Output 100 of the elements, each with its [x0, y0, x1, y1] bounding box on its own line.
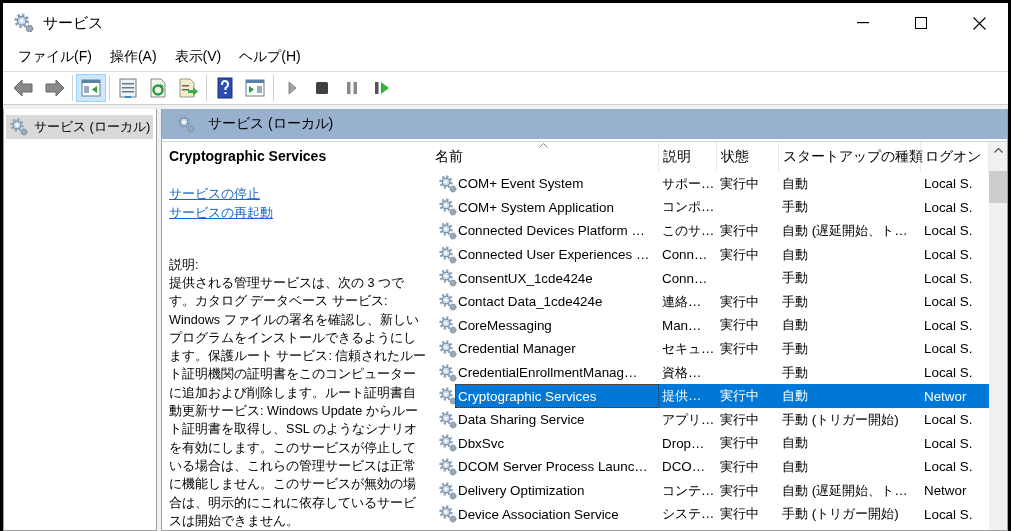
- table-cell-text: 実行中: [719, 174, 760, 193]
- table-cell-text: 手動: [781, 292, 809, 311]
- table-cell-text: このサ…: [661, 222, 716, 240]
- close-icon[interactable]: [972, 16, 986, 30]
- table-cell-text: Connected User Experiences …: [457, 247, 651, 263]
- service-gear-icon: [438, 315, 458, 336]
- table-cell-text: 自動 (遅延開始、ト…: [781, 481, 909, 500]
- service-gear-icon: [438, 362, 458, 383]
- service-gear-icon: [438, 244, 458, 265]
- table-cell-text: 自動: [781, 316, 809, 335]
- table-cell-text: Local S.: [923, 506, 974, 522]
- service-gear-icon: [438, 480, 458, 501]
- table-cell-text: 自動: [781, 434, 809, 453]
- table-row[interactable]: Device Association Service システ… 実行中 手動 (トリガー開始) Local S.: [435, 502, 989, 526]
- table-cell-text: Networ: [923, 483, 968, 498]
- column-header[interactable]: 名前: [435, 142, 659, 172]
- table-cell-text: Local S.: [923, 270, 974, 286]
- table-cell-text: 実行中: [719, 222, 760, 240]
- tree-item[interactable]: サービス (ローカル): [6, 115, 154, 139]
- table-cell-text: Local S.: [923, 317, 974, 333]
- table-row[interactable]: CredentialEnrollmentManag… 資格… 手動 Local S.: [435, 360, 989, 385]
- service-gear-icon: [438, 268, 458, 289]
- service-gear-icon: [438, 197, 458, 218]
- column-header[interactable]: 状態: [717, 142, 779, 172]
- gear-icon: [176, 114, 196, 134]
- table-cell-text: Local S.: [923, 223, 974, 239]
- column-header[interactable]: スタートアップの種類: [779, 142, 921, 172]
- service-gear-icon: [438, 386, 458, 407]
- service-gear-icon: [438, 456, 458, 477]
- table-cell-text: 自動 (遅延開始、ト…: [781, 222, 909, 240]
- table-cell-text: システ…: [661, 505, 716, 524]
- table-row[interactable]: ConsentUX_1cde424e Conn… 手動 Local S.: [435, 266, 989, 290]
- console-tree-icon: [79, 76, 103, 100]
- maximize-icon[interactable]: [915, 17, 927, 29]
- table-cell: 提供…: [659, 384, 717, 408]
- export-list-icon: [176, 76, 200, 100]
- table-row[interactable]: DbxSvc Drop… 実行中 自動 Local S.: [435, 431, 989, 456]
- service-gear-icon: [438, 504, 458, 525]
- table-row[interactable]: Delivery Optimization コンテ… 実行中 自動 (遅延開始、ト… Networ: [435, 478, 989, 503]
- table-row[interactable]: COM+ System Application コンポ… 手動 Local S.: [435, 195, 989, 220]
- table-row[interactable]: Credential Manager セキュ… 実行中 手動 Local S.: [435, 337, 989, 361]
- description-label: 説明:: [169, 257, 200, 274]
- panel-title: サービス (ローカル): [208, 115, 334, 133]
- table-cell-text: CoreMessaging: [457, 317, 553, 333]
- table-cell-text: COM+ Event System: [457, 176, 585, 192]
- table-cell-text: 連絡…: [661, 292, 703, 311]
- table-cell-text: コンポ…: [661, 198, 716, 217]
- table-cell-text: Man…: [661, 317, 703, 333]
- service-gear-icon: [438, 173, 458, 194]
- table-cell: Cryptographic Services: [455, 384, 659, 408]
- table-cell-text: Local S.: [923, 294, 974, 310]
- table-row[interactable]: CoreMessaging Man… 実行中 自動 Local S.: [435, 313, 989, 338]
- table-cell-text: 実行中: [719, 245, 760, 264]
- table-cell-text: Credential Manager: [457, 341, 577, 357]
- table-row[interactable]: Connected User Experiences … Conn… 実行中 自動 Local S.: [435, 242, 989, 267]
- table-row[interactable]: Connected Devices Platform … このサ… 実行中 自動 (遅延開始、ト… Local S.: [435, 219, 989, 243]
- table-cell-text: 自動: [781, 457, 809, 476]
- column-header[interactable]: 説明: [659, 142, 717, 172]
- gear-icon: [9, 117, 29, 137]
- minimize-icon[interactable]: [857, 22, 869, 24]
- table-cell-text: Local S.: [923, 435, 974, 451]
- table-cell-text: CredentialEnrollmentManag…: [457, 365, 639, 381]
- menu-item[interactable]: ヘルプ(H): [230, 48, 310, 66]
- menu-item[interactable]: 表示(V): [165, 48, 231, 66]
- table-row[interactable]: COM+ Event System サポー… 実行中 自動 Local S.: [435, 172, 989, 196]
- service-link[interactable]: サービスの再起動: [169, 203, 273, 222]
- table-cell-text: Connected Devices Platform …: [457, 223, 646, 239]
- table-cell-text: 手動: [781, 339, 809, 358]
- scroll-up-icon[interactable]: [993, 148, 1003, 153]
- service-gear-icon: [438, 221, 458, 241]
- table-cell-text: Device Association Service: [457, 506, 620, 522]
- table-cell-text: 実行中: [719, 434, 760, 453]
- table-cell-text: アプリ…: [661, 410, 716, 429]
- table-cell-text: Delivery Optimization: [457, 483, 586, 498]
- table-cell-text: Local S.: [923, 459, 974, 475]
- table-cell-text: COM+ System Application: [457, 199, 615, 215]
- properties-icon: [116, 76, 140, 100]
- scrollbar[interactable]: [989, 142, 1007, 530]
- app-gear-icon: [13, 12, 35, 34]
- table-row[interactable]: Contact Data_1cde424e 連絡… 実行中 手動 Local S.: [435, 289, 989, 314]
- table-row[interactable]: DCOM Server Process Launc… DCO… 実行中 自動 Local S.: [435, 455, 989, 479]
- table-cell-text: 資格…: [661, 363, 703, 382]
- scroll-thumb[interactable]: [989, 171, 1007, 203]
- table-cell-text: 手動: [781, 198, 809, 217]
- table-cell-text: 実行中: [719, 339, 760, 358]
- service-link[interactable]: サービスの停止: [169, 184, 260, 203]
- action-pane-icon: [243, 76, 267, 100]
- service-gear-icon: [438, 433, 458, 454]
- table-cell-text: 自動: [781, 174, 809, 193]
- menu-item[interactable]: 操作(A): [100, 48, 166, 66]
- window-title: サービス: [43, 13, 103, 33]
- service-title: Cryptographic Services: [169, 148, 328, 164]
- table-cell-text: Contact Data_1cde424e: [457, 294, 604, 310]
- table-cell-text: Local S.: [923, 412, 974, 428]
- table-cell-text: Conn…: [661, 270, 709, 286]
- table-row[interactable]: Data Sharing Service アプリ… 実行中 手動 (トリガー開始) Local S.: [435, 407, 989, 432]
- table-cell-text: DCOM Server Process Launc…: [457, 459, 649, 475]
- table-cell-text: Local S.: [923, 341, 974, 357]
- table-row[interactable]: Cryptographic Services 提供… 実行中 自動 Networ: [435, 384, 989, 408]
- menu-item[interactable]: ファイル(F): [9, 48, 101, 66]
